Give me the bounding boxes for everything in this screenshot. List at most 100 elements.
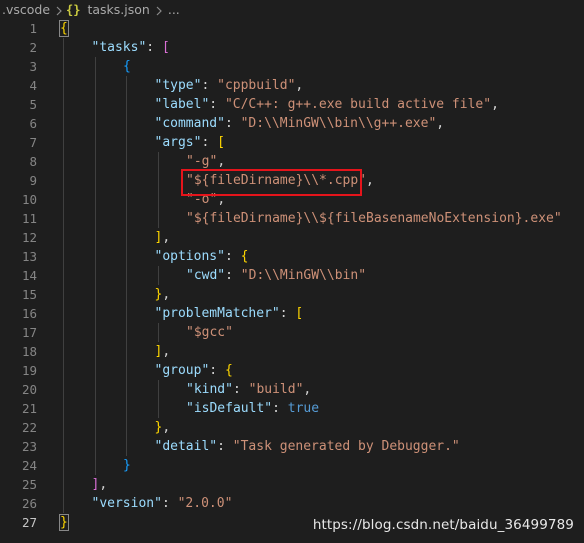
code-token: "tasks" — [91, 40, 147, 55]
line-number: 1 — [29, 21, 37, 36]
code-token: : — [201, 135, 218, 150]
code-token: "D:\\MinGW\\bin" — [240, 268, 367, 283]
code-line[interactable]: 18], — [0, 342, 584, 361]
code-line[interactable]: 22}, — [0, 418, 584, 437]
code-editor[interactable]: 1{2 "tasks": [3{4 "type": "cppbuild", 5 "lab… — [0, 19, 584, 543]
code-token: , — [162, 344, 171, 359]
breadcrumb-folder[interactable]: .vscode — [0, 2, 52, 17]
code-text: ], — [155, 342, 171, 361]
code-line[interactable]: 12], — [0, 228, 584, 247]
code-line[interactable]: 21 "isDefault": true — [0, 399, 584, 418]
code-line[interactable]: 5 "label": "C/C++: g++.exe build active f… — [0, 95, 584, 114]
code-token: : — [161, 496, 178, 511]
code-text: }, — [155, 285, 171, 304]
line-number: 12 — [21, 230, 37, 245]
code-line[interactable]: 20 "kind": "build", — [0, 380, 584, 399]
code-token: "type" — [154, 78, 202, 93]
code-token: : — [201, 78, 218, 93]
code-token: "kind" — [186, 382, 233, 397]
code-token: "2.0.0" — [177, 496, 233, 511]
code-text: { — [60, 19, 68, 38]
code-token: , — [303, 382, 312, 397]
code-token: : — [232, 382, 249, 397]
code-text: "group": { — [155, 361, 233, 380]
code-token: true — [287, 401, 320, 416]
code-text: "command": "D:\\MinGW\\bin\\g++.exe", — [155, 114, 445, 133]
code-token: , — [217, 154, 226, 169]
code-token: "version" — [91, 496, 162, 511]
code-line[interactable]: 3{ — [0, 57, 584, 76]
code-text: "detail": "Task generated by Debugger." — [155, 437, 460, 456]
code-token: "command" — [154, 116, 225, 131]
chevron-right-icon — [52, 2, 66, 17]
code-text: ], — [92, 475, 108, 494]
code-line[interactable]: 15}, — [0, 285, 584, 304]
line-number: 14 — [21, 268, 37, 283]
code-token: { — [60, 21, 68, 36]
breadcrumb-more[interactable]: ... — [166, 2, 182, 17]
code-token: "problemMatcher" — [154, 306, 280, 321]
line-number: 21 — [21, 401, 37, 416]
code-token: [ — [295, 306, 304, 321]
code-line[interactable]: 17 "$gcc" — [0, 323, 584, 342]
code-token: "options" — [154, 249, 225, 264]
code-token: "build" — [248, 382, 304, 397]
code-token: "-g" — [186, 154, 218, 169]
code-token: } — [123, 458, 131, 473]
code-line[interactable]: 16 "problemMatcher": [ — [0, 304, 584, 323]
code-token: { — [240, 249, 249, 264]
code-line[interactable]: 23 "detail": "Task generated by Debugger.… — [0, 437, 584, 456]
code-token: , — [366, 173, 374, 188]
code-token: : — [272, 401, 288, 416]
code-token: "cppbuild" — [217, 78, 296, 93]
code-token: : — [209, 363, 225, 378]
code-line[interactable]: 19 "group": { — [0, 361, 584, 380]
code-token: : — [217, 439, 233, 454]
code-line[interactable]: 13 "options": { — [0, 247, 584, 266]
code-line[interactable]: 14 "cwd": "D:\\MinGW\\bin" — [0, 266, 584, 285]
code-token: [ — [161, 40, 170, 55]
code-token: "$gcc" — [186, 325, 233, 340]
breadcrumb: .vscode {} tasks.json ... — [0, 0, 584, 19]
code-token: { — [224, 363, 233, 378]
code-line[interactable]: 1{ — [0, 19, 584, 38]
code-line[interactable]: 25], — [0, 475, 584, 494]
line-number: 27 — [21, 515, 37, 530]
code-token: "group" — [154, 363, 210, 378]
line-number: 2 — [29, 40, 37, 55]
code-line[interactable]: 2 "tasks": [ — [0, 38, 584, 57]
line-number: 3 — [29, 59, 37, 74]
line-number: 10 — [21, 192, 37, 207]
line-number: 6 — [29, 116, 37, 131]
code-line[interactable]: 24} — [0, 456, 584, 475]
code-line[interactable]: 4 "type": "cppbuild", — [0, 76, 584, 95]
code-token: : — [279, 306, 296, 321]
code-token: "cwd" — [186, 268, 226, 283]
code-text: "${fileDirname}\\${fileBasenameNoExtensi… — [186, 209, 562, 228]
line-number: 8 — [29, 154, 37, 169]
code-token: : — [224, 249, 241, 264]
line-number: 24 — [21, 458, 37, 473]
code-token: "C/C++: g++.exe build active file" — [224, 97, 492, 112]
line-number: 19 — [21, 363, 37, 378]
code-line[interactable]: 7 "args": [ — [0, 133, 584, 152]
code-text: "type": "cppbuild", — [155, 76, 304, 95]
code-token: "Task generated by Debugger." — [232, 439, 460, 454]
annotation-highlight-box — [181, 169, 362, 196]
code-line[interactable]: 26 "version": "2.0.0" — [0, 494, 584, 513]
code-token: , — [436, 116, 445, 131]
line-number: 9 — [29, 173, 37, 188]
code-token: : — [225, 268, 241, 283]
code-text: "label": "C/C++: g++.exe build active fi… — [155, 95, 499, 114]
code-text: "$gcc" — [186, 323, 233, 342]
code-line[interactable]: 6 "command": "D:\\MinGW\\bin\\g++.exe", — [0, 114, 584, 133]
line-number: 15 — [21, 287, 37, 302]
code-token: : — [224, 116, 241, 131]
line-number: 18 — [21, 344, 37, 359]
line-number: 7 — [29, 135, 37, 150]
code-token: , — [162, 230, 171, 245]
line-number: 22 — [21, 420, 37, 435]
breadcrumb-file[interactable]: tasks.json — [85, 2, 151, 17]
code-line[interactable]: 11 "${fileDirname}\\${fileBasenameNoExten… — [0, 209, 584, 228]
code-token: , — [491, 97, 499, 112]
